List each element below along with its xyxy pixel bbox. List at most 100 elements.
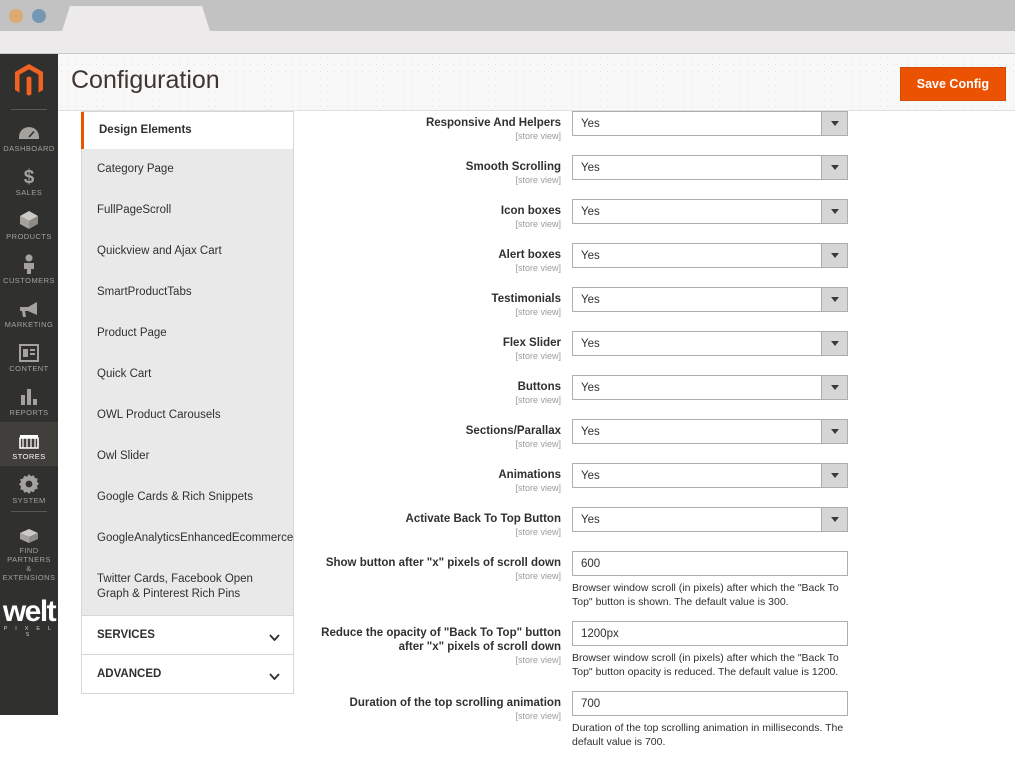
caret-down-icon <box>831 473 839 478</box>
welt-wordmark: welt <box>0 599 58 625</box>
select-dropdown-button[interactable] <box>821 419 848 444</box>
sidebar-label: SYSTEM <box>12 496 46 505</box>
rail-divider-2 <box>11 511 47 512</box>
magento-logo[interactable] <box>0 54 58 108</box>
text-input-show-button-after-x-pixels-of-scroll-dow[interactable] <box>572 551 848 576</box>
select-dropdown-button[interactable] <box>821 287 848 312</box>
browser-tab[interactable] <box>62 6 210 31</box>
select-dropdown-button[interactable] <box>821 111 848 136</box>
select-testimonials[interactable]: Yes <box>572 287 848 312</box>
browser-toolbar <box>0 31 1015 54</box>
field-label: Duration of the top scrolling animation <box>320 696 561 710</box>
field-label-col: Icon boxes[store view] <box>320 199 572 230</box>
select-dropdown-button[interactable] <box>821 199 848 224</box>
sidebar-label: MARKETING <box>5 320 54 329</box>
select-icon-boxes[interactable]: Yes <box>572 199 848 224</box>
caret-down-icon <box>831 385 839 390</box>
select-sections-parallax[interactable]: Yes <box>572 419 848 444</box>
sidebar-label: SALES <box>16 188 42 197</box>
config-nav-sections: SERVICESADVANCED <box>81 616 294 694</box>
field-label: Alert boxes <box>320 248 561 262</box>
sidebar-item-products[interactable]: PRODUCTS <box>0 202 58 246</box>
field-scope-note: [store view] <box>320 570 561 582</box>
field-help-text: Browser window scroll (in pixels) after … <box>572 651 848 679</box>
extensions-box-icon <box>17 522 41 544</box>
field-label-col: Animations[store view] <box>320 463 572 494</box>
select-dropdown-button[interactable] <box>821 155 848 180</box>
config-nav: Design Elements Category PageFullPageScr… <box>81 111 294 694</box>
blue-dot-icon[interactable] <box>32 9 46 23</box>
sidebar-item-reports[interactable]: REPORTS <box>0 378 58 422</box>
field-label: Icon boxes <box>320 204 561 218</box>
select-smooth-scrolling[interactable]: Yes <box>572 155 848 180</box>
select-dropdown-button[interactable] <box>821 463 848 488</box>
save-config-button[interactable]: Save Config <box>900 67 1006 101</box>
select-dropdown-button[interactable] <box>821 375 848 400</box>
config-nav-section-advanced[interactable]: ADVANCED <box>81 655 294 694</box>
select-value: Yes <box>573 514 600 526</box>
config-nav-item[interactable]: Quickview and Ajax Cart <box>82 231 293 272</box>
select-dropdown-button[interactable] <box>821 331 848 356</box>
config-nav-item[interactable]: Google Cards & Rich Snippets <box>82 477 293 518</box>
sidebar-label: REPORTS <box>9 408 48 417</box>
config-nav-item[interactable]: Category Page <box>82 149 293 190</box>
field-scope-note: [store view] <box>320 654 561 666</box>
field-input-col: Yes <box>572 507 848 532</box>
config-nav-group: Category PageFullPageScrollQuickview and… <box>81 149 294 616</box>
orange-dot-icon[interactable] <box>9 9 23 23</box>
select-flex-slider[interactable]: Yes <box>572 331 848 356</box>
sales-dollar-icon: $ <box>17 164 41 186</box>
select-buttons[interactable]: Yes <box>572 375 848 400</box>
select-animations[interactable]: Yes <box>572 463 848 488</box>
field-label-col: Responsive And Helpers[store view] <box>320 111 572 142</box>
sidebar-label: CUSTOMERS <box>3 276 55 285</box>
text-input-reduce-the-opacity-of-back-to-top-button[interactable] <box>572 621 848 646</box>
form-field-row: Testimonials[store view]Yes <box>320 287 1010 318</box>
rail-divider <box>11 109 47 110</box>
config-nav-item-design-elements[interactable]: Design Elements <box>81 112 294 149</box>
config-nav-item[interactable]: FullPageScroll <box>82 190 293 231</box>
select-value: Yes <box>573 162 600 174</box>
sidebar-label: STORES <box>12 452 45 461</box>
sidebar-item-find-partners[interactable]: FIND PARTNERS& EXTENSIONS <box>0 516 58 587</box>
caret-down-icon <box>831 253 839 258</box>
field-input-col: Yes <box>572 375 848 400</box>
form-field-row: Flex Slider[store view]Yes <box>320 331 1010 362</box>
field-label-col: Reduce the opacity of "Back To Top" butt… <box>320 621 572 666</box>
sidebar-item-content[interactable]: CONTENT <box>0 334 58 378</box>
sidebar-item-customers[interactable]: CUSTOMERS <box>0 246 58 290</box>
field-scope-note: [store view] <box>320 174 561 186</box>
config-nav-item[interactable]: SmartProductTabs <box>82 272 293 313</box>
select-responsive-and-helpers[interactable]: Yes <box>572 111 848 136</box>
sidebar-item-sales[interactable]: $ SALES <box>0 158 58 202</box>
field-input-col: Yes <box>572 463 848 488</box>
select-dropdown-button[interactable] <box>821 507 848 532</box>
select-value: Yes <box>573 470 600 482</box>
select-alert-boxes[interactable]: Yes <box>572 243 848 268</box>
field-scope-note: [store view] <box>320 350 561 362</box>
config-nav-item[interactable]: OWL Product Carousels <box>82 395 293 436</box>
caret-down-icon <box>831 429 839 434</box>
select-dropdown-button[interactable] <box>821 243 848 268</box>
system-gear-icon <box>17 472 41 494</box>
sidebar-item-dashboard[interactable]: DASHBOARD <box>0 114 58 158</box>
config-nav-item[interactable]: Twitter Cards, Facebook Open Graph & Pin… <box>82 559 293 615</box>
text-input-duration-of-the-top-scrolling-animation[interactable] <box>572 691 848 716</box>
field-input-col: Yes <box>572 419 848 444</box>
config-nav-section-services[interactable]: SERVICES <box>81 616 294 655</box>
config-nav-item[interactable]: Quick Cart <box>82 354 293 395</box>
config-nav-item[interactable]: Product Page <box>82 313 293 354</box>
select-activate-back-to-top-button[interactable]: Yes <box>572 507 848 532</box>
page-header: Configuration Save Config <box>58 54 1015 111</box>
config-nav-item[interactable]: Owl Slider <box>82 436 293 477</box>
field-label: Reduce the opacity of "Back To Top" butt… <box>320 626 561 654</box>
form-field-row: Icon boxes[store view]Yes <box>320 199 1010 230</box>
sidebar-item-system[interactable]: SYSTEM <box>0 466 58 510</box>
sidebar-item-marketing[interactable]: MARKETING <box>0 290 58 334</box>
field-label-col: Sections/Parallax[store view] <box>320 419 572 450</box>
sidebar-item-stores[interactable]: STORES <box>0 422 58 466</box>
config-nav-item[interactable]: GoogleAnalyticsEnhancedEcommerce <box>82 518 293 559</box>
field-label-col: Smooth Scrolling[store view] <box>320 155 572 186</box>
field-label-col: Flex Slider[store view] <box>320 331 572 362</box>
caret-down-icon <box>831 165 839 170</box>
